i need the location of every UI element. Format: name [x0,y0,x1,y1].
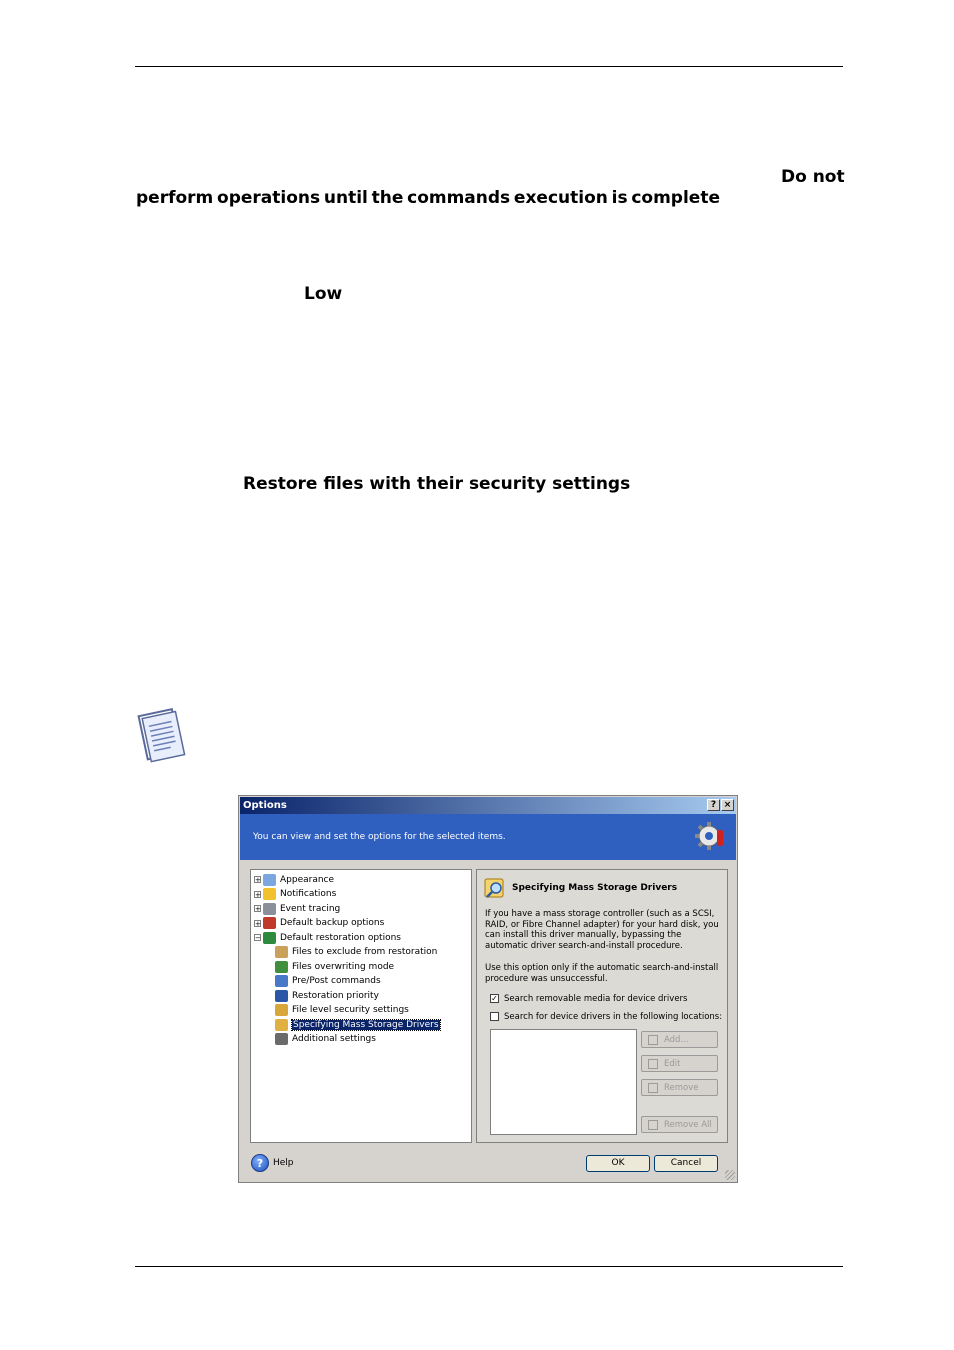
tree-item[interactable]: − Default restoration options [254,931,401,944]
tree-item[interactable]: File level security settings [275,1004,409,1017]
tree-item[interactable]: Files overwriting mode [275,960,394,973]
tree-item[interactable]: + Default backup options [254,917,384,930]
tree-item[interactable]: Specifying Mass Storage Drivers [275,1018,441,1031]
banner-text: You can view and set the options for the… [253,832,506,842]
drivers-search-icon [484,878,504,898]
edit-button-label: Edit [664,1058,681,1069]
dialog-title: Options [243,800,287,811]
remove-button-label: Remove [664,1082,699,1093]
remove-icon [648,1082,658,1093]
bold-term-restore-security: Restore files with their security settin… [243,474,631,494]
tree-item-label: Appearance [280,874,335,885]
driver-locations-list[interactable] [490,1029,637,1135]
tree-item-icon [263,902,276,915]
panel-paragraph-2: Use this option only if the automatic se… [485,963,719,984]
help-icon[interactable]: ? [251,1154,269,1172]
tree-item-label: Additional settings [292,1034,376,1044]
note-icon [137,707,186,763]
bold-word: until [323,188,368,208]
tree-expander-icon[interactable]: − [254,934,261,942]
tree-item-label: Event tracing [280,903,341,914]
tree-item-label: Default restoration options [280,932,401,943]
remove-button[interactable]: Remove [641,1079,718,1096]
search-removable-label[interactable]: Search removable media for device driver… [504,994,687,1004]
add-button-label: Add... [664,1034,689,1045]
tree-item-icon [263,888,276,900]
cancel-button[interactable]: Cancel [654,1155,718,1172]
tree-item-icon [275,960,288,973]
remove-all-button[interactable]: Remove All [641,1116,718,1133]
search-locations-checkbox[interactable] [490,1012,499,1021]
tree-item-label: Notifications [280,889,337,899]
tree-item-label: Default backup options [280,918,385,928]
tree-item-icon [275,1033,288,1045]
options-panel: Specifying Mass Storage Drivers If you h… [476,869,728,1143]
tree-item-icon [263,931,276,944]
gear-icon [695,822,723,850]
bold-word: operations [217,188,321,208]
bold-word: complete [631,188,720,208]
bold-phrase-perform-operations: perform operations until the commands executi… [136,188,720,208]
tree-item[interactable]: + Event tracing [254,902,340,915]
tree-item-icon [275,946,288,958]
options-dialog: Options ? × You can view and set the opt… [238,795,738,1183]
add-button[interactable]: Add... [641,1031,718,1048]
tree-item-label: Files to exclude from restoration [292,947,438,957]
options-tree[interactable]: + Appearance + Notifications + Event tracing +… [250,869,472,1143]
bold-word: commands [407,188,511,208]
tree-item-label: File level security settings [292,1005,409,1015]
bold-phrase-do-not: Do not [781,167,845,187]
bold-term-low: Low [304,284,343,304]
add-icon [648,1034,658,1045]
tree-item[interactable]: Restoration priority [275,989,379,1002]
tree-item-icon [263,873,276,886]
search-locations-label[interactable]: Search for device drivers in the followi… [504,1012,722,1022]
tree-item-icon [263,917,276,929]
ok-button[interactable]: OK [586,1155,650,1172]
remove-all-button-label: Remove All [664,1119,712,1130]
tree-item[interactable]: Pre/Post commands [275,975,381,988]
tree-item-label: Restoration priority [292,990,379,1001]
tree-item-label: Specifying Mass Storage Drivers [291,1018,441,1031]
tree-item-icon [275,1004,288,1016]
tree-item[interactable]: + Appearance [254,873,334,886]
tree-expander-icon[interactable]: + [254,905,261,913]
panel-paragraph-1: If you have a mass storage controller (s… [485,909,719,951]
help-question-button[interactable]: ? [707,799,720,811]
panel-title: Specifying Mass Storage Drivers [512,883,678,893]
tree-item[interactable]: + Notifications [254,888,336,901]
dialog-titlebar: Options ? × [240,797,736,814]
bold-word: is [611,188,628,208]
search-removable-checkbox[interactable]: ✓ [490,994,499,1003]
bold-word: perform [136,188,214,208]
help-link[interactable]: Help [273,1158,294,1168]
tree-expander-icon[interactable]: + [254,876,261,884]
edit-button[interactable]: Edit [641,1055,718,1072]
tree-item-icon [275,975,288,987]
tree-item[interactable]: Files to exclude from restoration [275,946,437,959]
bold-word: execution [513,188,608,208]
footer-rule [135,1266,843,1267]
tree-item-label: Pre/Post commands [292,976,381,986]
resize-grip[interactable] [725,1170,735,1180]
header-rule [135,66,843,67]
tree-expander-icon[interactable]: + [254,890,261,898]
tree-item-icon [275,1018,288,1031]
tree-expander-icon[interactable]: + [254,919,261,927]
edit-icon [648,1058,658,1069]
tree-item[interactable]: Additional settings [275,1033,376,1046]
tree-item-icon [275,989,288,1002]
bold-word: the [371,188,404,208]
close-button[interactable]: × [721,799,734,811]
dialog-banner: You can view and set the options for the… [240,814,736,860]
remove-all-icon [648,1119,658,1130]
tree-item-label: Files overwriting mode [292,961,395,972]
